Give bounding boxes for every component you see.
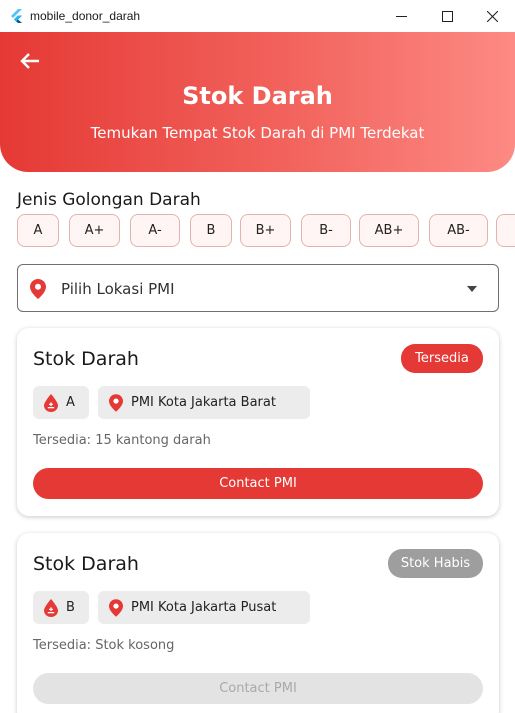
card-title: Stok Darah [33,348,139,370]
chevron-down-icon [467,286,477,292]
location-pin-icon [30,279,46,299]
back-button[interactable] [17,49,43,73]
maximize-icon [441,10,453,22]
blood-type-value: B [66,600,75,615]
location-pin-icon [109,598,123,617]
chip-blood-type-more[interactable] [496,214,515,247]
chip-blood-type-ab-minus[interactable]: AB- [429,214,488,247]
stock-card: Stok Darah Stok Habis B PMI Kota Jakarta… [17,533,499,713]
location-info-chip: PMI Kota Jakarta Pusat [98,591,310,624]
close-button[interactable] [469,0,515,32]
availability-text: Tersedia: 15 kantong darah [33,433,211,448]
flutter-logo-icon [11,9,22,23]
status-badge: Tersedia [401,344,483,373]
blood-type-info-chip: A [33,386,89,419]
maximize-button[interactable] [424,0,470,32]
location-info-chip: PMI Kota Jakarta Barat [98,386,310,419]
chip-blood-type-b-plus[interactable]: B+ [240,214,291,247]
arrow-back-icon [20,53,39,69]
location-value: PMI Kota Jakarta Pusat [131,600,277,615]
contact-pmi-button[interactable]: Contact PMI [33,673,483,704]
status-badge: Stok Habis [388,549,483,578]
chip-blood-type-ab-plus[interactable]: AB+ [359,214,419,247]
window-titlebar: mobile_donor_darah [0,0,515,32]
window-title: mobile_donor_darah [30,9,141,23]
card-title: Stok Darah [33,553,139,575]
close-icon [486,10,498,22]
location-dropdown[interactable]: Pilih Lokasi PMI [17,264,499,312]
blood-drop-icon [44,393,58,412]
blood-type-chips: A A+ A- B B+ B- AB+ AB- [17,214,515,248]
stock-card: Stok Darah Tersedia A PMI Kota Jakarta B… [17,328,499,516]
location-dropdown-label: Pilih Lokasi PMI [61,280,175,298]
chip-blood-type-a-plus[interactable]: A+ [69,214,120,247]
blood-type-label: Jenis Golongan Darah [17,190,201,210]
chip-blood-type-b-minus[interactable]: B- [301,214,351,247]
page-header: Stok Darah Temukan Tempat Stok Darah di … [0,32,515,172]
chip-blood-type-a-minus[interactable]: A- [130,214,180,247]
contact-pmi-button[interactable]: Contact PMI [33,468,483,499]
minimize-button[interactable] [378,0,424,32]
blood-drop-icon [44,598,58,617]
chip-blood-type-a[interactable]: A [17,214,59,247]
availability-text: Tersedia: Stok kosong [33,638,175,653]
blood-type-value: A [66,395,75,410]
page-subtitle: Temukan Tempat Stok Darah di PMI Terdeka… [90,124,425,142]
chip-blood-type-b[interactable]: B [190,214,232,247]
location-value: PMI Kota Jakarta Barat [131,395,276,410]
blood-type-info-chip: B [33,591,89,624]
page-title: Stok Darah [182,82,333,110]
location-pin-icon [109,393,123,412]
minimize-icon [395,15,407,17]
